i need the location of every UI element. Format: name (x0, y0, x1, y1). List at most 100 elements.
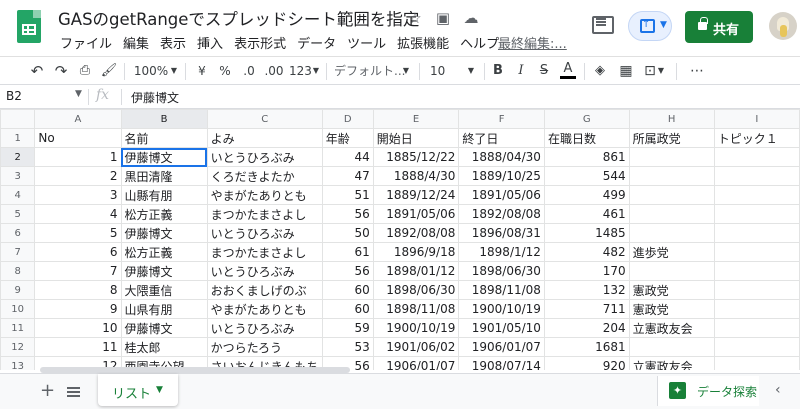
cell[interactable]: 8 (34, 280, 122, 300)
font-size-select[interactable]: 10 (430, 61, 450, 81)
paint-format-icon[interactable]: 🖌 (100, 61, 118, 81)
column-header[interactable]: E (372, 109, 460, 129)
cell[interactable]: 711 (543, 299, 630, 319)
cell[interactable] (713, 242, 800, 262)
cell[interactable]: 1896/9/18 (372, 242, 460, 262)
cell[interactable]: おおくましげのぶ (206, 280, 323, 300)
cell[interactable]: 60 (321, 299, 374, 319)
active-cell[interactable]: 伊藤博文 (120, 147, 208, 167)
cell[interactable]: 861 (543, 147, 630, 167)
select-all-corner[interactable] (0, 109, 36, 129)
row-header[interactable]: 10 (0, 299, 36, 319)
cell[interactable]: 年齢 (321, 128, 374, 148)
share-button[interactable]: 共有 (685, 11, 753, 43)
column-header[interactable]: G (543, 109, 630, 129)
cell[interactable]: 544 (543, 166, 630, 186)
cell[interactable]: 2 (34, 166, 122, 186)
cell[interactable]: 1892/08/08 (372, 223, 460, 243)
cell[interactable]: 44 (321, 147, 374, 167)
cell[interactable] (713, 147, 800, 167)
cell[interactable] (628, 204, 715, 224)
fill-color-icon[interactable]: ◈ (592, 61, 608, 81)
cell[interactable]: 1901/05/10 (458, 318, 545, 338)
cell[interactable]: 在職日数 (543, 128, 630, 148)
cell[interactable] (628, 261, 715, 281)
column-header[interactable]: H (628, 109, 715, 129)
cell[interactable]: 1898/11/08 (458, 280, 545, 300)
column-header[interactable]: B (120, 109, 208, 129)
cell[interactable]: いとうひろぶみ (206, 318, 323, 338)
column-header[interactable]: A (34, 109, 122, 129)
cell[interactable]: 1898/06/30 (458, 261, 545, 281)
document-title[interactable]: GASのgetRangeでスプレッドシート範囲を指定 (58, 6, 419, 30)
menu-format[interactable]: 表示形式 (234, 33, 286, 52)
cell[interactable]: 53 (321, 337, 374, 357)
cell[interactable]: 59 (321, 318, 374, 338)
cell[interactable]: 山県有朋 (120, 299, 208, 319)
italic-button[interactable]: I (514, 61, 528, 81)
cell[interactable]: 1485 (543, 223, 630, 243)
cell[interactable] (713, 166, 800, 186)
menu-help[interactable]: ヘルプ (460, 33, 499, 52)
cell[interactable]: 1681 (543, 337, 630, 357)
cell[interactable]: 憲政党 (628, 299, 715, 319)
cell[interactable] (713, 318, 800, 338)
cell[interactable]: 1888/4/30 (372, 166, 460, 186)
cell[interactable]: 山縣有朋 (120, 185, 208, 205)
cell[interactable]: 50 (321, 223, 374, 243)
cell[interactable]: まつかたまさよし (206, 204, 323, 224)
cell[interactable]: まつかたまさよし (206, 242, 323, 262)
cell[interactable]: 所属政党 (628, 128, 715, 148)
cell[interactable]: 1898/11/08 (372, 299, 460, 319)
cell[interactable]: 60 (321, 280, 374, 300)
cell[interactable]: 伊藤博文 (120, 223, 208, 243)
cell[interactable] (628, 166, 715, 186)
row-header[interactable]: 4 (0, 185, 36, 205)
percent-format-button[interactable]: % (218, 61, 232, 81)
cell[interactable]: 3 (34, 185, 122, 205)
avatar[interactable] (769, 12, 797, 40)
add-sheet-button[interactable]: + (40, 380, 55, 401)
cell[interactable] (713, 299, 800, 319)
cell[interactable]: くろだきよたか (206, 166, 323, 186)
chevron-left-icon[interactable]: ‹ (775, 382, 781, 398)
cell[interactable]: 1900/10/19 (372, 318, 460, 338)
cell[interactable]: 204 (543, 318, 630, 338)
cell[interactable]: 920 (543, 356, 630, 370)
cell[interactable]: 47 (321, 166, 374, 186)
cell[interactable]: 461 (543, 204, 630, 224)
explore-button[interactable]: ✦ データ探索 (657, 376, 759, 406)
cell[interactable]: 開始日 (372, 128, 460, 148)
row-header[interactable]: 8 (0, 261, 36, 281)
cell[interactable]: 499 (543, 185, 630, 205)
strikethrough-button[interactable]: S (537, 61, 551, 81)
row-header[interactable]: 11 (0, 318, 36, 338)
cell[interactable]: 4 (34, 204, 122, 224)
bold-button[interactable]: B (491, 61, 505, 81)
redo-icon[interactable]: ↷ (52, 61, 70, 81)
cell[interactable] (628, 223, 715, 243)
cell[interactable] (713, 261, 800, 281)
currency-format-button[interactable]: ¥ (196, 61, 208, 81)
cell[interactable]: 51 (321, 185, 374, 205)
font-select[interactable]: デフォルト... (334, 61, 405, 81)
row-header[interactable]: 5 (0, 204, 36, 224)
menu-view[interactable]: 表示 (160, 33, 186, 52)
increase-decimal-button[interactable]: .00 (264, 61, 284, 81)
menu-extensions[interactable]: 拡張機能 (397, 33, 449, 52)
cell[interactable]: かつらたろう (206, 337, 323, 357)
name-box[interactable]: B2 (6, 89, 86, 103)
cell[interactable]: やまがたありとも (206, 185, 323, 205)
cloud-status-icon[interactable]: ☁ (461, 8, 481, 28)
all-sheets-menu-icon[interactable] (67, 387, 80, 389)
cell[interactable]: 1898/1/12 (458, 242, 545, 262)
cell[interactable]: 6 (34, 242, 122, 262)
cell[interactable] (713, 185, 800, 205)
cell[interactable]: トピック１ (713, 128, 800, 148)
text-color-button[interactable]: A (560, 61, 576, 79)
menu-edit[interactable]: 編集 (123, 33, 149, 52)
cell[interactable] (628, 147, 715, 167)
column-header[interactable]: F (458, 109, 545, 129)
cell[interactable]: No (34, 128, 122, 148)
more-options-button[interactable]: ⋯ (687, 61, 707, 81)
